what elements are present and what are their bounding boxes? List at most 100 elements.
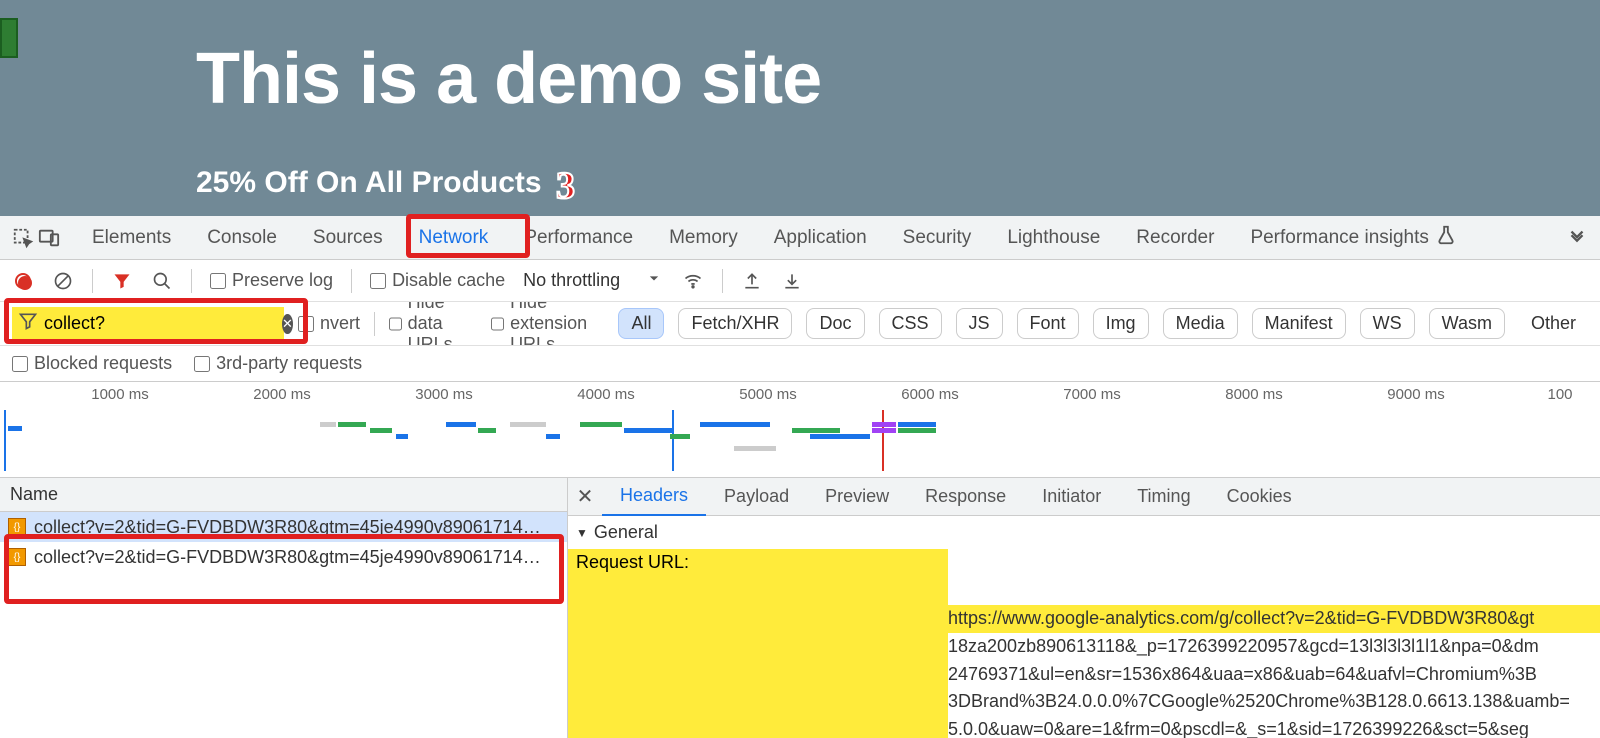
invert-checkbox[interactable]: nvert	[298, 313, 360, 334]
tick: 7000 ms	[1063, 386, 1121, 403]
tick: 3000 ms	[415, 386, 473, 403]
filter-input[interactable]	[44, 313, 276, 334]
network-conditions-icon[interactable]	[682, 270, 704, 292]
detail-tab-timing[interactable]: Timing	[1119, 478, 1208, 516]
tab-elements[interactable]: Elements	[74, 216, 189, 260]
import-har-icon[interactable]	[741, 270, 763, 292]
tick: 4000 ms	[577, 386, 635, 403]
tab-memory[interactable]: Memory	[651, 216, 756, 260]
request-url-value: https://www.google-analytics.com/g/colle…	[948, 549, 1600, 738]
export-har-icon[interactable]	[781, 270, 803, 292]
hide-data-urls-checkbox[interactable]: Hide data URLs	[389, 302, 477, 346]
request-url-key: Request URL:	[568, 549, 948, 738]
tab-performance[interactable]: Performance	[506, 216, 651, 260]
request-row[interactable]: {} collect?v=2&tid=G-FVDBDW3R80&gtm=45je…	[0, 542, 567, 572]
tab-console[interactable]: Console	[189, 216, 295, 260]
pill-manifest[interactable]: Manifest	[1252, 308, 1346, 339]
tab-application[interactable]: Application	[756, 216, 885, 260]
detail-tab-preview[interactable]: Preview	[807, 478, 907, 516]
divider	[351, 269, 352, 293]
disable-cache-checkbox[interactable]: Disable cache	[370, 270, 505, 291]
more-tabs-icon[interactable]	[1564, 227, 1590, 249]
tick: 100	[1547, 386, 1572, 403]
pill-js[interactable]: JS	[956, 308, 1003, 339]
divider	[191, 269, 192, 293]
tick: 5000 ms	[739, 386, 797, 403]
request-row[interactable]: {} collect?v=2&tid=G-FVDBDW3R80&gtm=45je…	[0, 512, 567, 542]
name-column-header[interactable]: Name	[0, 478, 567, 512]
pill-img[interactable]: Img	[1093, 308, 1149, 339]
pill-media[interactable]: Media	[1163, 308, 1238, 339]
third-party-checkbox[interactable]: 3rd-party requests	[194, 353, 362, 374]
tick: 2000 ms	[253, 386, 311, 403]
close-details-icon[interactable]: ✕	[568, 484, 602, 509]
detail-tab-initiator[interactable]: Initiator	[1024, 478, 1119, 516]
request-name: collect?v=2&tid=G-FVDBDW3R80&gtm=45je499…	[34, 517, 541, 538]
pill-css[interactable]: CSS	[879, 308, 942, 339]
preserve-log-checkbox[interactable]: Preserve log	[210, 270, 333, 291]
detail-tab-response[interactable]: Response	[907, 478, 1024, 516]
tab-recorder[interactable]: Recorder	[1118, 216, 1232, 260]
filter-icon[interactable]	[111, 270, 133, 292]
pill-ws[interactable]: WS	[1360, 308, 1415, 339]
clear-icon[interactable]	[52, 270, 74, 292]
devtools-panel: Elements Console Sources Network Perform…	[0, 216, 1600, 738]
tick: 9000 ms	[1387, 386, 1445, 403]
disable-cache-label: Disable cache	[392, 270, 505, 291]
record-button[interactable]	[12, 270, 34, 292]
annotation-3: 3	[556, 164, 575, 208]
blocked-requests-checkbox[interactable]: Blocked requests	[12, 353, 172, 374]
general-section-header[interactable]: ▼ General	[568, 516, 1600, 549]
third-party-label: 3rd-party requests	[216, 353, 362, 374]
pill-all[interactable]: All	[618, 308, 664, 339]
inspect-icon[interactable]	[10, 227, 36, 249]
filter-input-wrap: ✕	[12, 307, 284, 341]
throttling-select[interactable]: No throttling	[523, 268, 664, 293]
divider	[92, 269, 93, 293]
general-label: General	[594, 522, 658, 543]
blocked-label: Blocked requests	[34, 353, 172, 374]
tab-security[interactable]: Security	[885, 216, 990, 260]
disclosure-triangle-icon: ▼	[576, 526, 588, 540]
page-content: This is a demo site 25% Off On All Produ…	[0, 0, 1600, 216]
funnel-icon	[18, 311, 38, 336]
device-toggle-icon[interactable]	[36, 227, 62, 249]
request-details: ✕ Headers Payload Preview Response Initi…	[568, 478, 1600, 738]
page-title: This is a demo site	[196, 38, 821, 120]
detail-tab-payload[interactable]: Payload	[706, 478, 807, 516]
network-toolbar: Preserve log Disable cache No throttling	[0, 260, 1600, 302]
detail-tab-cookies[interactable]: Cookies	[1209, 478, 1310, 516]
throttling-value: No throttling	[523, 270, 620, 291]
divider	[374, 312, 375, 336]
pill-font[interactable]: Font	[1017, 308, 1079, 339]
pill-doc[interactable]: Doc	[806, 308, 864, 339]
tab-network[interactable]: Network	[401, 216, 507, 260]
network-timeline[interactable]: 1000 ms 2000 ms 3000 ms 4000 ms 5000 ms …	[0, 382, 1600, 478]
timeline-ticks: 1000 ms 2000 ms 3000 ms 4000 ms 5000 ms …	[0, 386, 1600, 404]
clear-filter-icon[interactable]: ✕	[282, 314, 293, 334]
pill-other[interactable]: Other	[1519, 309, 1588, 338]
hide-ext-label: Hide extension URLs	[510, 302, 604, 346]
tick: 6000 ms	[901, 386, 959, 403]
tab-performance-insights[interactable]: Performance insights	[1232, 216, 1474, 260]
caret-down-icon	[644, 268, 664, 293]
detail-tab-headers[interactable]: Headers	[602, 478, 706, 516]
request-type-icon: {}	[8, 548, 26, 566]
tab-performance-insights-label: Performance insights	[1250, 227, 1428, 249]
search-icon[interactable]	[151, 270, 173, 292]
request-url-row: Request URL: https://www.google-analytic…	[568, 549, 1600, 738]
page-subtitle: 25% Off On All Products	[196, 166, 542, 200]
tab-sources[interactable]: Sources	[295, 216, 401, 260]
detail-tabs: ✕ Headers Payload Preview Response Initi…	[568, 478, 1600, 516]
tab-lighthouse[interactable]: Lighthouse	[989, 216, 1118, 260]
network-split: Name {} collect?v=2&tid=G-FVDBDW3R80&gtm…	[0, 478, 1600, 738]
filter-bar-2: Blocked requests 3rd-party requests	[0, 346, 1600, 382]
request-type-icon: {}	[8, 518, 26, 536]
invert-label: nvert	[320, 313, 360, 334]
pill-fetch-xhr[interactable]: Fetch/XHR	[678, 308, 792, 339]
hide-extension-urls-checkbox[interactable]: Hide extension URLs	[491, 302, 604, 346]
timeline-bars	[0, 422, 1600, 462]
left-edge-tab	[0, 18, 18, 58]
tick: 8000 ms	[1225, 386, 1283, 403]
pill-wasm[interactable]: Wasm	[1429, 308, 1505, 339]
